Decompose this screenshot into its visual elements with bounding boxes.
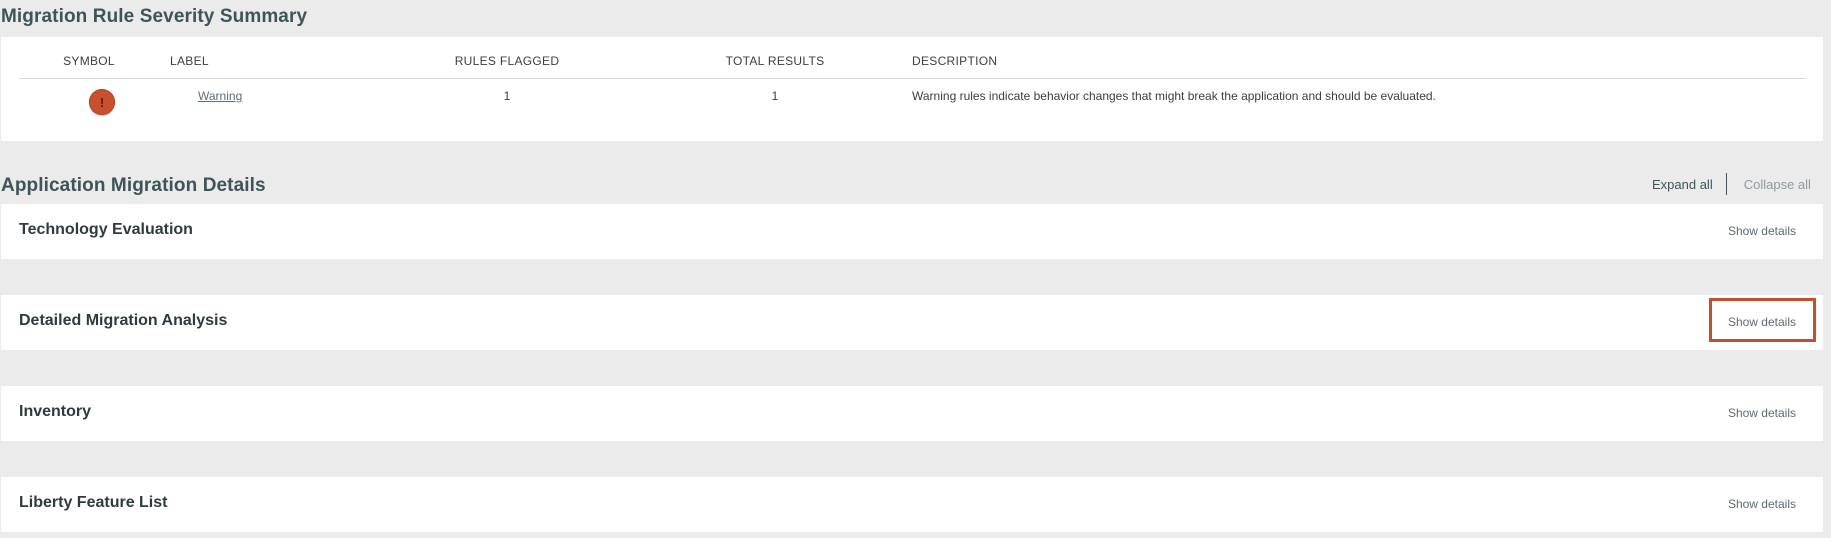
panel-title: Liberty Feature List (19, 494, 168, 511)
rules-flagged-value: 1 (503, 89, 511, 103)
column-header-label: LABEL (170, 54, 209, 68)
show-details-button[interactable]: Show details (1728, 497, 1796, 511)
show-details-button[interactable]: Show details (1728, 315, 1796, 329)
severity-description: Warning rules indicate behavior changes … (912, 89, 1436, 103)
column-header-symbol: SYMBOL (63, 54, 115, 68)
panel-liberty-feature-list[interactable]: Liberty Feature List Show details (1, 477, 1823, 532)
total-results-value: 1 (771, 89, 779, 103)
panel-detailed-migration-analysis[interactable]: Detailed Migration Analysis Show details (1, 295, 1823, 350)
panel-technology-evaluation[interactable]: Technology Evaluation Show details (1, 204, 1823, 259)
column-header-rules-flagged: RULES FLAGGED (454, 54, 560, 68)
panel-inventory[interactable]: Inventory Show details (1, 386, 1823, 441)
table-header-divider (19, 78, 1806, 79)
severity-label-link[interactable]: Warning (198, 89, 242, 103)
panel-title: Inventory (19, 403, 92, 420)
expand-all-link[interactable]: Expand all (1652, 177, 1713, 192)
panel-title: Detailed Migration Analysis (19, 312, 228, 329)
warning-icon: ! (89, 89, 115, 115)
column-header-description: DESCRIPTION (912, 54, 998, 68)
migration-report-page: Migration Rule Severity Summary SYMBOL L… (0, 0, 1831, 538)
collapse-all-link[interactable]: Collapse all (1744, 177, 1811, 192)
severity-summary-table: SYMBOL LABEL RULES FLAGGED TOTAL RESULTS… (1, 37, 1823, 141)
migration-details-title: Application Migration Details (1, 175, 266, 196)
show-details-button[interactable]: Show details (1728, 224, 1796, 238)
link-divider (1725, 173, 1727, 195)
show-details-button[interactable]: Show details (1728, 406, 1796, 420)
severity-summary-title: Migration Rule Severity Summary (1, 6, 308, 27)
expand-collapse-controls: Expand all Collapse all (1652, 173, 1811, 195)
column-header-total-results: TOTAL RESULTS (725, 54, 825, 68)
panel-title: Technology Evaluation (19, 221, 193, 238)
